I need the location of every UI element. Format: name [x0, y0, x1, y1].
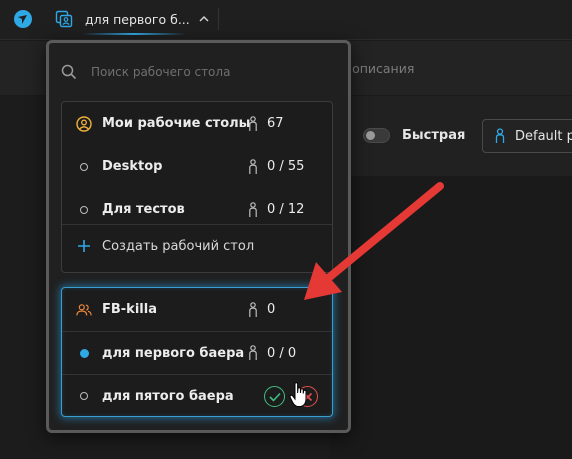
workspace-dropdown: Мои рабочие столы 67 Desktop 0 / 55 [46, 40, 351, 433]
radio-dot-icon [80, 205, 88, 214]
workspace-item-label: для пятого баера [102, 388, 234, 404]
radio-dot [76, 202, 92, 218]
profile-icon [249, 345, 257, 360]
confirm-edit-button[interactable] [264, 386, 285, 407]
user-circle-icon [76, 115, 92, 132]
active-dot [76, 345, 92, 361]
radio-dot [76, 388, 92, 404]
app-logo-icon[interactable] [13, 9, 33, 29]
profile-icon [249, 201, 257, 217]
fast-mode-toggle[interactable] [363, 128, 390, 143]
my-workspaces-count: 67 [267, 116, 284, 131]
checkmark-icon [268, 392, 281, 402]
workspace-switcher[interactable]: для первого б... [55, 6, 210, 32]
plus-icon [78, 240, 90, 252]
workspace-item-label: для первого баера [102, 345, 245, 361]
workspace-item-label: Desktop [102, 159, 163, 174]
current-workspace-name: для первого б... [85, 11, 190, 27]
team-icon-wrap [76, 302, 92, 318]
radio-dot-icon [80, 162, 88, 171]
profile-count: 0 / 12 [247, 201, 305, 218]
topbar-divider [218, 8, 219, 30]
team-count: 0 [267, 302, 276, 317]
workspace-icon [55, 10, 73, 28]
workspace-item-count: 0 / 55 [267, 159, 305, 174]
hand-cursor-icon [289, 382, 307, 407]
create-workspace-button[interactable]: Создать рабочий стол [62, 224, 332, 267]
team-title: FB-killa [102, 302, 157, 317]
default-profile-button[interactable]: Default p [482, 119, 572, 153]
person-icon [495, 128, 505, 143]
my-workspaces-header[interactable]: Мои рабочие столы 67 [62, 102, 332, 145]
create-workspace-label: Создать рабочий стол [102, 238, 255, 254]
my-workspaces-group: Мои рабочие столы 67 Desktop 0 / 55 Для … [61, 101, 333, 273]
workspace-item-first-buyer[interactable]: для первого баера 0 / 0 [62, 331, 332, 374]
search-input[interactable] [91, 65, 311, 79]
profile-count: 0 / 0 [247, 345, 296, 361]
chevron-up-icon [199, 15, 209, 22]
workspace-item-desktop[interactable]: Desktop 0 / 55 [62, 145, 332, 188]
active-tab-underline [82, 33, 186, 35]
profile-count: 0 / 55 [247, 158, 305, 175]
toggle-knob [366, 131, 375, 140]
radio-dot [76, 159, 92, 175]
workspace-item-count: 0 / 12 [267, 202, 305, 217]
radio-dot-icon [80, 392, 88, 400]
profile-icon [249, 158, 257, 174]
main-panel [330, 176, 572, 459]
workspace-item-label: Для тестов [102, 202, 185, 217]
active-dot-icon [79, 348, 89, 358]
profile-icon [249, 115, 257, 131]
profile-icon [249, 301, 257, 317]
team-icon [76, 303, 92, 315]
fast-mode-label: Быстрая [402, 128, 466, 143]
plus-icon-wrap [76, 238, 92, 254]
top-bar: для первого б... [0, 0, 572, 40]
my-workspaces-title: Мои рабочие столы [102, 116, 251, 131]
workspace-item-count: 0 / 0 [267, 345, 297, 361]
profile-count: 67 [247, 115, 284, 132]
profile-count: 0 [247, 301, 276, 318]
workspace-search[interactable] [61, 61, 331, 83]
search-icon [61, 64, 77, 80]
default-profile-label: Default p [515, 128, 572, 144]
team-header[interactable]: FB-killa 0 [62, 288, 332, 331]
user-circle-icon-wrap [76, 115, 92, 132]
